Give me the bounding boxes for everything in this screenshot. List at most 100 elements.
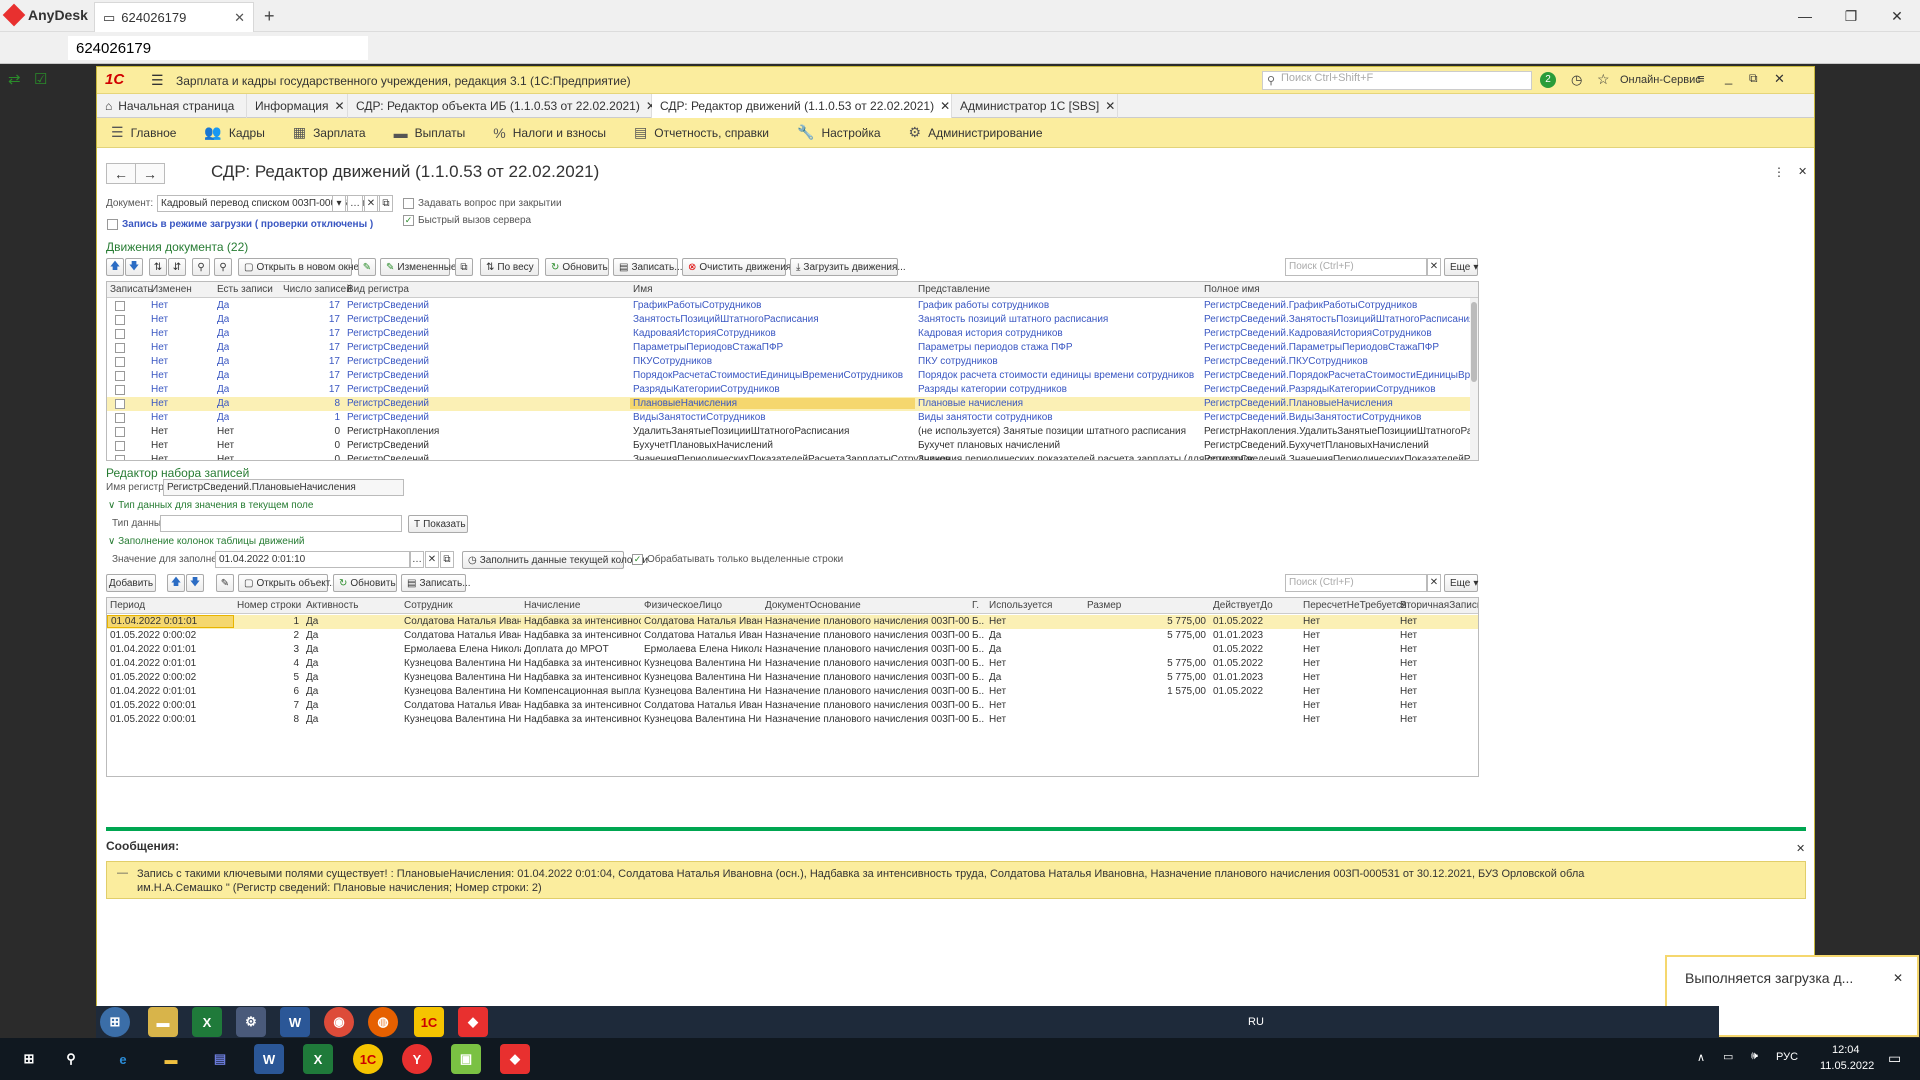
chrome-icon[interactable]: ◉ [324, 1007, 354, 1037]
section-reports[interactable]: ▤ Отчетность, справки [620, 124, 783, 141]
onec-icon[interactable]: 1С [414, 1007, 444, 1037]
write-checkbox[interactable] [115, 441, 125, 451]
section-personnel[interactable]: 👥 Кадры [190, 124, 278, 141]
column-header[interactable]: ВторичнаяЗапись [1397, 600, 1478, 611]
tray-chevron-icon[interactable]: ∧ [1697, 1051, 1705, 1064]
app-icon[interactable]: ▣ [451, 1044, 481, 1074]
folder-icon[interactable]: ▬ [148, 1007, 178, 1037]
write-checkbox[interactable] [115, 385, 125, 395]
table-row[interactable]: Нет Да 17 РегистрСведений РазрядыКатегорииСо… [107, 383, 1478, 397]
clock-time[interactable]: 12:04 [1832, 1044, 1860, 1056]
column-header[interactable]: Записать [107, 284, 153, 295]
type-group-toggle[interactable]: ∨ Тип данных для значения в текущем поле [108, 500, 313, 511]
changed-button[interactable]: ✎ Измененные [380, 258, 456, 276]
volume-icon[interactable]: 🕪 [1751, 1050, 1758, 1063]
close-tab-icon[interactable]: ✕ [234, 10, 245, 26]
more-actions-icon[interactable]: ⋮ [1773, 165, 1785, 179]
global-search-input[interactable]: ⚲ Поиск Ctrl+Shift+F [1262, 71, 1532, 90]
column-header[interactable]: Сотрудник [401, 600, 453, 611]
table-row[interactable]: 01.05.2022 0:00:01 7 Да Солдатова Наталья И… [107, 699, 1478, 713]
select-button[interactable]: … [347, 195, 363, 212]
write-checkbox[interactable] [115, 315, 125, 325]
column-header[interactable]: Период [107, 600, 145, 611]
section-payments[interactable]: ▬ Выплаты [380, 125, 480, 141]
select-button[interactable]: … [410, 551, 424, 568]
anydesk-session-tab[interactable]: ▭ 624026179 ✕ [94, 2, 254, 32]
start-orb-icon[interactable]: ⊞ [100, 1007, 130, 1037]
table-row[interactable]: 01.05.2022 0:00:02 5 Да Кузнецова Валентина… [107, 671, 1478, 685]
records-search-input[interactable]: Поиск (Ctrl+F) [1285, 574, 1427, 592]
minimize-icon[interactable]: _ [1725, 70, 1732, 85]
forward-button[interactable]: → [135, 163, 165, 184]
column-header[interactable]: Используется [986, 600, 1052, 611]
section-taxes[interactable]: % Налоги и взносы [479, 125, 620, 141]
tab-admin[interactable]: Администратор 1С [SBS] ✕ [952, 94, 1118, 118]
word-icon[interactable]: W [254, 1044, 284, 1074]
write-button[interactable]: ▤ Записать... [401, 574, 471, 592]
open-new-window-button[interactable]: ▢ Открыть в новом окне... [238, 258, 367, 276]
table-row[interactable]: 01.05.2022 0:00:01 8 Да Кузнецова Валентина… [107, 713, 1478, 727]
clear-movements-button[interactable]: ⊗ Очистить движения... [682, 258, 800, 276]
find-button[interactable]: ⚲ [192, 258, 210, 276]
more-button[interactable]: Еще ▾ [1444, 574, 1478, 592]
column-header[interactable]: ПересчетНеТребуется [1300, 600, 1407, 611]
table-row[interactable]: Нет Да 17 РегистрСведений ПорядокРасчетаСтои… [107, 369, 1478, 383]
search-icon[interactable]: ⚲ [56, 1044, 86, 1074]
save-app-icon[interactable]: ▤ [205, 1044, 235, 1074]
move-up-button[interactable]: 🡅 [106, 258, 124, 276]
section-admin[interactable]: ⚙ Администрирование [895, 124, 1057, 141]
tab-info[interactable]: Информация ✕ [247, 94, 348, 118]
column-header[interactable]: Число записей [280, 284, 352, 295]
refresh-button[interactable]: ↻ Обновить [333, 574, 397, 592]
table-row[interactable]: 01.04.2022 0:01:01 6 Да Кузнецова Валентина… [107, 685, 1478, 699]
close-toast-icon[interactable]: ✕ [1893, 971, 1903, 985]
write-checkbox[interactable] [115, 357, 125, 367]
table-row[interactable]: Нет Да 17 РегистрСведений ЗанятостьПозицийШт… [107, 313, 1478, 327]
cancel-find-button[interactable]: ⚲ [214, 258, 232, 276]
column-header[interactable]: Есть записи [214, 284, 273, 295]
history-icon[interactable]: ◷ [1571, 72, 1582, 88]
close-tab-icon[interactable]: ✕ [940, 99, 950, 113]
message-item[interactable]: — Запись с такими ключевыми полями сущес… [106, 861, 1806, 899]
move-down-button[interactable]: 🡇 [186, 574, 204, 592]
tab-object-editor[interactable]: СДР: Редактор объекта ИБ (1.1.0.53 от 22… [348, 94, 656, 118]
write-checkbox[interactable] [115, 413, 125, 423]
table-row[interactable]: Нет Да 8 РегистрСведений ПлановыеНачисления П… [107, 397, 1478, 411]
section-settings[interactable]: 🔧 Настройка [783, 124, 895, 141]
close-icon[interactable]: ✕ [1774, 71, 1785, 87]
table-row[interactable]: Нет Да 17 РегистрСведений ПКУСотрудников ПКУ … [107, 355, 1478, 369]
word-icon[interactable]: W [280, 1007, 310, 1037]
close-form-icon[interactable]: ✕ [1798, 165, 1807, 178]
move-down-button[interactable]: 🡇 [125, 258, 143, 276]
table-row[interactable]: Нет Да 17 РегистрСведений КадроваяИсторияСот… [107, 327, 1478, 341]
open-icon[interactable]: ⧉ [379, 195, 393, 212]
back-button[interactable]: ← [106, 163, 136, 184]
online-service-link[interactable]: Онлайн-Сервис [1620, 74, 1701, 86]
restore-icon[interactable]: ❐ [1828, 0, 1874, 32]
table-row[interactable]: Нет Нет 0 РегистрНакопления УдалитьЗанятыеПо… [107, 425, 1478, 439]
open-icon[interactable]: ⧉ [440, 551, 454, 568]
table-row[interactable]: 01.04.2022 0:01:01 3 Да Ермолаева Елена Ник… [107, 643, 1478, 657]
sort-asc-button[interactable]: ⇅ [149, 258, 167, 276]
column-header[interactable]: Имя [630, 284, 652, 295]
column-header[interactable]: Вид регистра [344, 284, 409, 295]
excel-icon[interactable]: X [192, 1007, 222, 1037]
fill-value-field[interactable]: 01.04.2022 0:01:10 [215, 551, 410, 568]
column-header[interactable]: Номер строки [234, 600, 301, 611]
load-movements-button[interactable]: ⤓ Загрузить движения... [790, 258, 906, 276]
column-header[interactable]: ДействуетДо [1210, 600, 1273, 611]
table-row[interactable]: Нет Нет 0 РегистрСведений ЗначенияПериодичес… [107, 453, 1478, 460]
address-input[interactable] [68, 36, 368, 60]
scrollbar-thumb[interactable] [1471, 302, 1477, 382]
network-icon[interactable]: ▭ [1723, 1050, 1733, 1063]
close-tab-icon[interactable]: ✕ [1105, 99, 1115, 113]
close-messages-icon[interactable]: ✕ [1796, 842, 1805, 855]
write-checkbox[interactable] [115, 301, 125, 311]
write-checkbox[interactable] [115, 329, 125, 339]
maximize-icon[interactable]: ⧉ [1749, 71, 1758, 86]
column-header[interactable]: Начисление [521, 600, 580, 611]
copy-button[interactable]: ⧉ [455, 258, 473, 276]
show-button[interactable]: T Показать [408, 515, 468, 533]
movements-search-input[interactable]: Поиск (Ctrl+F) [1285, 258, 1427, 276]
table-row[interactable]: 01.04.2022 0:01:01 4 Да Кузнецова Валентина… [107, 657, 1478, 671]
